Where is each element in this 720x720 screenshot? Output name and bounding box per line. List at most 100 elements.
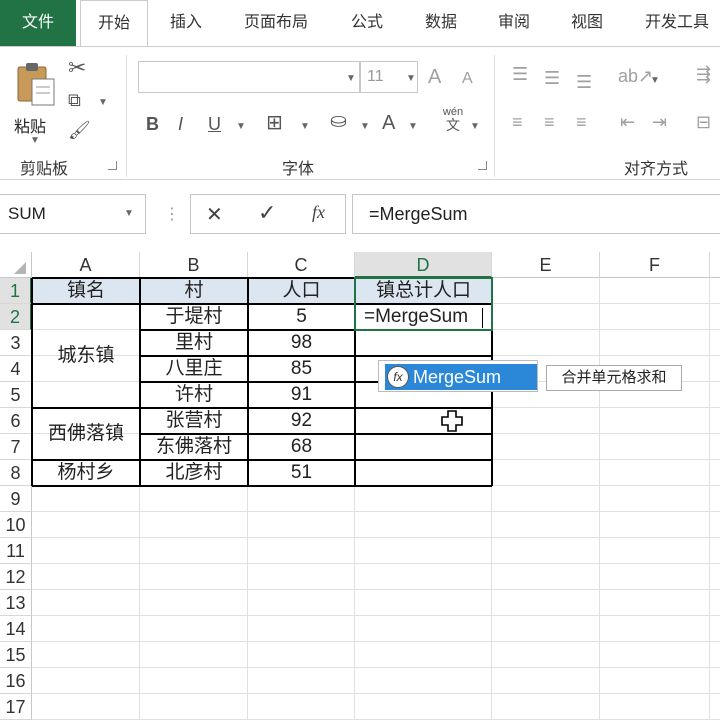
table-border [32, 303, 140, 305]
merge-cells-icon[interactable]: ⊟ [696, 113, 711, 131]
format-painter-icon[interactable]: 🖌 [68, 121, 91, 139]
cancel-button[interactable]: ✕ [206, 202, 223, 227]
underline-button[interactable]: U [208, 115, 221, 133]
cell-village[interactable]: 里村 [140, 330, 248, 356]
tab-developer[interactable]: 开发工具 [645, 0, 709, 46]
cell-village[interactable]: 张营村 [140, 408, 248, 434]
cell-town[interactable]: 杨村乡 [32, 460, 140, 486]
row-header[interactable]: 11 [0, 538, 32, 564]
chevron-down-icon[interactable]: ▼ [300, 121, 310, 132]
row-header[interactable]: 10 [0, 512, 32, 538]
tab-review[interactable]: 审阅 [498, 0, 530, 46]
row-header[interactable]: 8 [0, 460, 32, 486]
column-header[interactable]: E [492, 252, 600, 278]
bold-button[interactable]: B [146, 115, 159, 133]
italic-button[interactable]: I [178, 115, 183, 133]
align-bottom-icon[interactable]: ☰ [576, 73, 592, 91]
row-header[interactable]: 13 [0, 590, 32, 616]
cell-village[interactable]: 于堤村 [140, 304, 248, 330]
column-header[interactable]: B [140, 252, 248, 278]
align-right-icon[interactable]: ≡ [576, 113, 587, 131]
cell-header-population[interactable]: 人口 [248, 278, 355, 304]
chevron-down-icon[interactable]: ▼ [360, 121, 370, 132]
chevron-down-icon[interactable]: ▼ [408, 121, 418, 132]
cut-icon[interactable]: ✂ [68, 57, 86, 79]
cell-population[interactable]: 91 [248, 382, 355, 408]
row-header[interactable]: 3 [0, 330, 32, 356]
phonetic-guide-icon[interactable]: wén 文 [440, 107, 466, 133]
chevron-down-icon[interactable]: ▼ [98, 97, 108, 108]
cell-editing[interactable]: =MergeSum [356, 304, 492, 330]
row-header[interactable]: 16 [0, 668, 32, 694]
align-top-icon[interactable]: ☰ [512, 65, 528, 83]
orientation-icon[interactable]: ab↗ [618, 67, 653, 85]
column-header[interactable]: A [32, 252, 140, 278]
align-left-icon[interactable]: ≡ [512, 113, 523, 131]
cell-village[interactable]: 北彦村 [140, 460, 248, 486]
enter-button[interactable]: ✓ [258, 200, 276, 226]
shrink-font-icon[interactable]: A [462, 71, 473, 87]
border-icon[interactable]: ⊞ [266, 113, 283, 133]
fill-color-icon[interactable]: ⛀ [330, 111, 347, 131]
chevron-down-icon: ▼ [406, 73, 416, 84]
tab-insert[interactable]: 插入 [170, 0, 202, 46]
formula-input[interactable]: =MergeSum [352, 194, 720, 234]
insert-function-button[interactable]: fx [312, 202, 325, 223]
wrap-text-icon[interactable]: ⇶ [696, 65, 711, 83]
column-header[interactable]: F [600, 252, 710, 278]
tab-file[interactable]: 文件 [0, 0, 76, 46]
dialog-launcher-icon[interactable] [478, 161, 487, 170]
chevron-down-icon[interactable]: ▼ [236, 121, 246, 132]
column-header[interactable] [710, 252, 720, 278]
select-all-corner[interactable] [0, 252, 32, 278]
tab-view[interactable]: 视图 [571, 0, 603, 46]
increase-indent-icon[interactable]: ⇥ [652, 113, 667, 131]
cell-header-town[interactable]: 镇名 [32, 278, 140, 304]
row-header[interactable]: 4 [0, 356, 32, 382]
dialog-launcher-icon[interactable] [108, 161, 117, 170]
tab-home[interactable]: 开始 [80, 0, 148, 47]
chevron-down-icon[interactable]: ▼ [124, 208, 134, 219]
row-header-selected[interactable]: 1 [0, 278, 32, 304]
cell-population[interactable]: 51 [248, 460, 355, 486]
spreadsheet-grid[interactable]: A B C D E F 1 2 3 4 5 6 7 8 9 10 11 12 13 14 15 16 17 镇名… [0, 252, 720, 720]
decrease-indent-icon[interactable]: ⇤ [620, 113, 635, 131]
chevron-down-icon[interactable]: ▼ [650, 75, 660, 86]
column-header-selected[interactable]: D [355, 252, 492, 278]
grow-font-icon[interactable]: A [428, 67, 441, 87]
tab-data[interactable]: 数据 [425, 0, 457, 46]
cell-town-merged[interactable]: 城东镇 [32, 304, 140, 408]
copy-icon[interactable]: ⧉ [68, 91, 81, 109]
gridline [599, 278, 600, 720]
cell-population[interactable]: 68 [248, 434, 355, 460]
align-center-icon[interactable]: ≡ [544, 113, 555, 131]
cell-town-merged[interactable]: 西佛落镇 [32, 408, 140, 460]
align-middle-icon[interactable]: ☰ [544, 69, 560, 87]
cell-village[interactable]: 许村 [140, 382, 248, 408]
row-header[interactable]: 6 [0, 408, 32, 434]
cell-village[interactable]: 八里庄 [140, 356, 248, 382]
cell-population[interactable]: 85 [248, 356, 355, 382]
row-header[interactable]: 17 [0, 694, 32, 720]
tab-formulas[interactable]: 公式 [351, 0, 383, 46]
cell-population[interactable]: 5 [248, 304, 355, 330]
font-color-icon[interactable]: A [382, 113, 395, 133]
tab-page-layout[interactable]: 页面布局 [244, 0, 308, 46]
row-header[interactable]: 7 [0, 434, 32, 460]
chevron-down-icon[interactable]: ▼ [470, 121, 480, 132]
row-header[interactable]: 9 [0, 486, 32, 512]
row-header[interactable]: 14 [0, 616, 32, 642]
cell-header-village[interactable]: 村 [140, 278, 248, 304]
cell-population[interactable]: 98 [248, 330, 355, 356]
autocomplete-item-mergesum[interactable]: fx MergeSum [385, 364, 537, 390]
paste-button[interactable]: 粘贴 ▼ [10, 55, 60, 146]
font-name-dropdown[interactable] [138, 61, 360, 93]
row-header-selected[interactable]: 2 [0, 304, 32, 330]
column-header[interactable]: C [248, 252, 355, 278]
row-header[interactable]: 15 [0, 642, 32, 668]
row-header[interactable]: 12 [0, 564, 32, 590]
cell-population[interactable]: 92 [248, 408, 355, 434]
cell-header-town-total[interactable]: 镇总计人口 [355, 278, 492, 304]
row-header[interactable]: 5 [0, 382, 32, 408]
cell-village[interactable]: 东佛落村 [140, 434, 248, 460]
